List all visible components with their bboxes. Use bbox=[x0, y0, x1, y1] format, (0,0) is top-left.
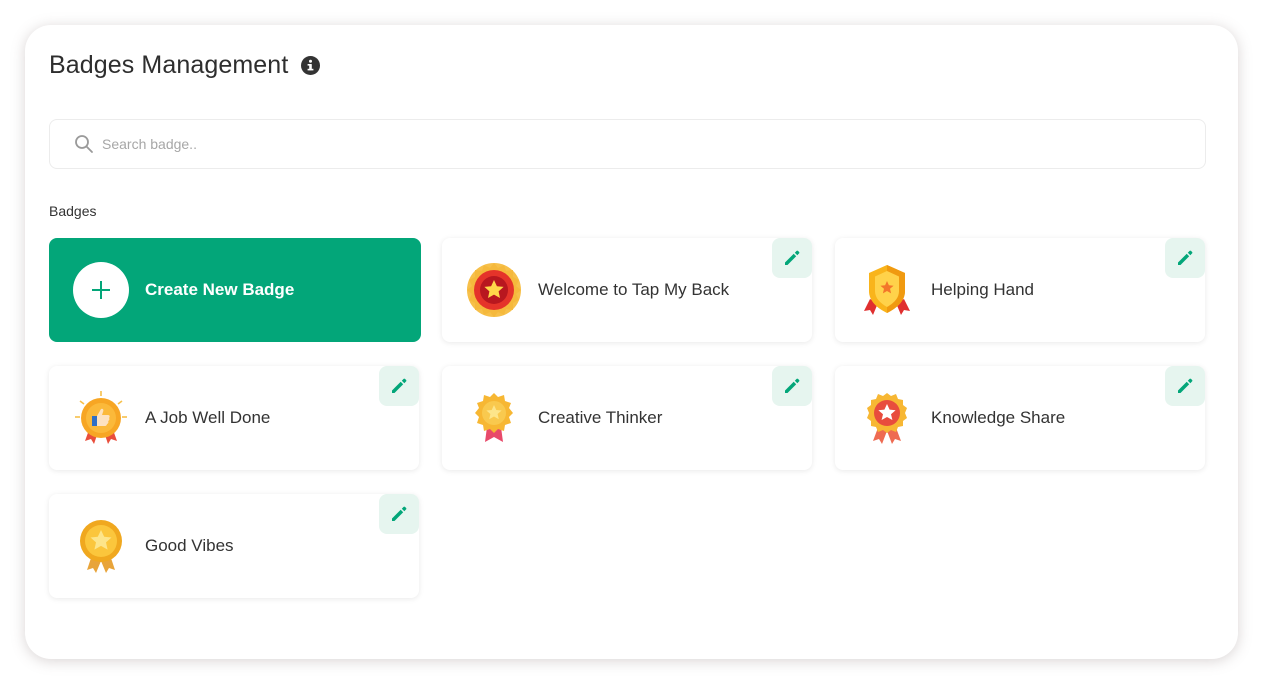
edit-button[interactable] bbox=[772, 238, 812, 278]
edit-button[interactable] bbox=[772, 366, 812, 406]
create-badge-label: Create New Badge bbox=[145, 280, 295, 299]
pencil-icon bbox=[1178, 250, 1193, 265]
badge-label: Good Vibes bbox=[145, 536, 234, 555]
edit-button[interactable] bbox=[1165, 366, 1205, 406]
search-input[interactable] bbox=[102, 136, 1102, 152]
edit-button[interactable] bbox=[379, 366, 419, 406]
info-icon[interactable] bbox=[301, 56, 321, 75]
gold-medal-icon bbox=[71, 516, 131, 576]
pencil-icon bbox=[1178, 378, 1193, 393]
plus-icon bbox=[73, 262, 129, 318]
badge-card[interactable]: Helping Hand bbox=[835, 238, 1205, 342]
edit-button[interactable] bbox=[379, 494, 419, 534]
badge-card[interactable]: Creative Thinker bbox=[442, 366, 812, 470]
red-star-medal-icon bbox=[464, 260, 524, 320]
pencil-icon bbox=[785, 378, 800, 393]
page-header: Badges Management bbox=[49, 51, 321, 80]
badge-label: Knowledge Share bbox=[931, 408, 1066, 427]
badge-label: Helping Hand bbox=[931, 280, 1035, 299]
edit-button[interactable] bbox=[1165, 238, 1205, 278]
badge-card[interactable]: Good Vibes bbox=[49, 494, 419, 598]
create-badge-button[interactable]: Create New Badge bbox=[49, 238, 421, 342]
section-label: Badges bbox=[49, 203, 97, 219]
badge-card[interactable]: A Job Well Done bbox=[49, 366, 419, 470]
pencil-icon bbox=[392, 378, 407, 393]
pencil-icon bbox=[392, 506, 407, 521]
shield-badge-icon bbox=[857, 260, 917, 320]
rosette-star-icon bbox=[857, 388, 917, 448]
badge-label: Creative Thinker bbox=[538, 408, 663, 427]
search-box bbox=[49, 119, 1206, 169]
badges-panel: Badges Management Badges Cr bbox=[25, 25, 1238, 659]
gold-star-medal-icon bbox=[464, 388, 524, 448]
badge-card[interactable]: Knowledge Share bbox=[835, 366, 1205, 470]
pencil-icon bbox=[785, 250, 800, 265]
thumbs-up-medal-icon bbox=[71, 388, 131, 448]
badge-label: A Job Well Done bbox=[145, 408, 271, 427]
page-title: Badges Management bbox=[49, 51, 289, 79]
badge-card[interactable]: Welcome to Tap My Back bbox=[442, 238, 812, 342]
badge-label: Welcome to Tap My Back bbox=[538, 280, 730, 299]
search-icon bbox=[74, 134, 94, 154]
